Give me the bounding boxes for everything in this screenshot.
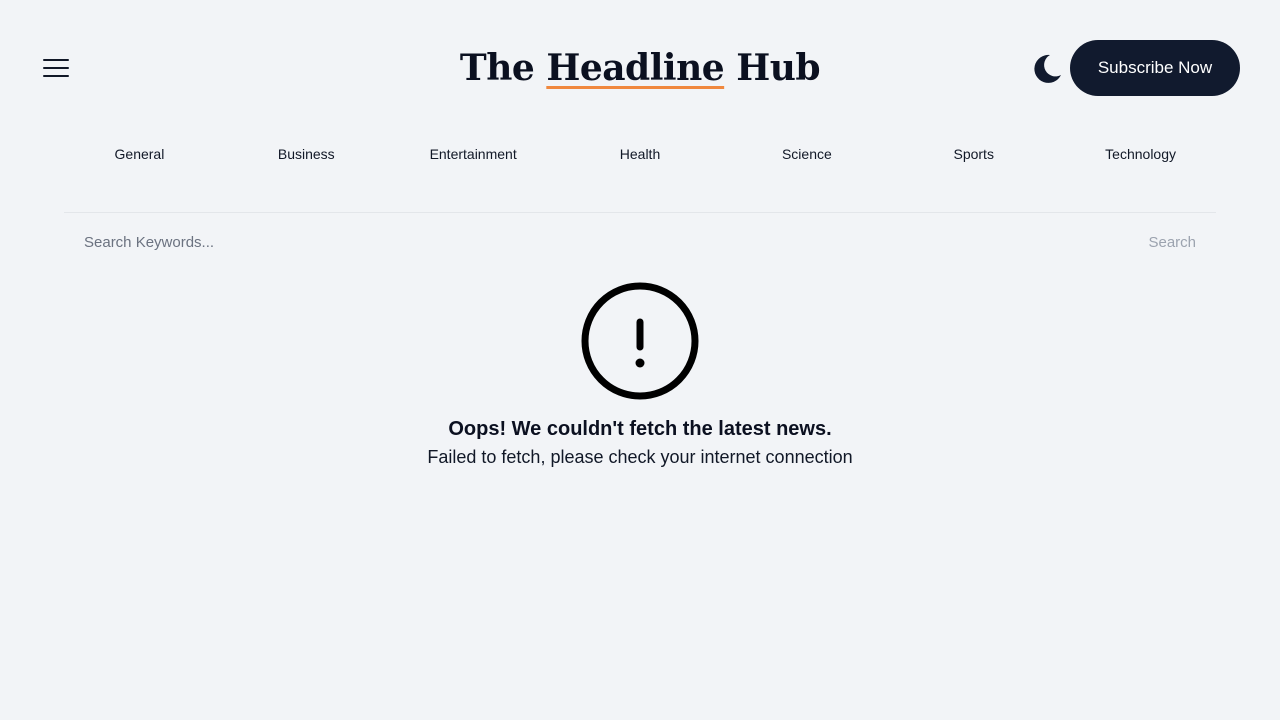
category-business[interactable]: Business <box>223 136 390 172</box>
category-sports[interactable]: Sports <box>890 136 1057 172</box>
category-technology[interactable]: Technology <box>1057 136 1224 172</box>
category-health[interactable]: Health <box>557 136 724 172</box>
brand-part-2: Hub <box>724 47 821 89</box>
search-bar: Search <box>64 222 1216 262</box>
category-nav: General Business Entertainment Health Sc… <box>56 136 1224 172</box>
category-entertainment[interactable]: Entertainment <box>390 136 557 172</box>
exclamation-circle-icon <box>581 282 699 400</box>
subscribe-button[interactable]: Subscribe Now <box>1070 40 1240 96</box>
error-state: Oops! We couldn't fetch the latest news.… <box>0 280 1280 470</box>
category-general[interactable]: General <box>56 136 223 172</box>
error-message: Failed to fetch, please check your inter… <box>427 447 853 467</box>
moon-icon <box>1034 54 1061 83</box>
brand-accent-word: Headline <box>546 47 725 89</box>
site-header: The Headline Hub Subscribe Now <box>0 0 1280 136</box>
error-title: Oops! We couldn't fetch the latest news. <box>448 418 832 440</box>
theme-toggle-button[interactable] <box>1028 50 1066 88</box>
category-science[interactable]: Science <box>723 136 890 172</box>
hamburger-menu-icon <box>43 59 69 77</box>
search-input[interactable] <box>64 222 1104 262</box>
brand-part-1: The <box>459 47 547 89</box>
search-button[interactable]: Search <box>1148 222 1196 262</box>
menu-button[interactable] <box>40 54 72 82</box>
divider <box>64 212 1216 213</box>
